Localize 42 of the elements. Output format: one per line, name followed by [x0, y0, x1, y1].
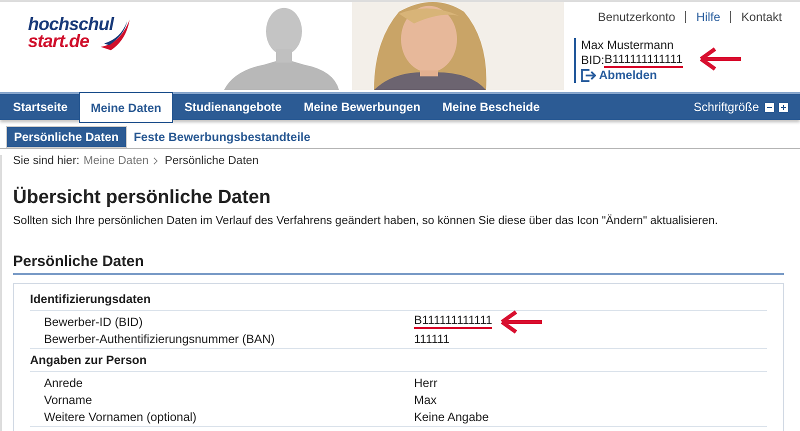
- field-value: Herr: [414, 376, 438, 390]
- nav-tab[interactable]: Startseite: [2, 94, 79, 120]
- section-title: Persönliche Daten: [13, 253, 784, 275]
- intro-text: Sollten sich Ihre persönlichen Daten im Verlauf des Verfahrens geändert haben, so können Sie diese über das Icon "Ändern" aktualisieren.: [13, 215, 719, 227]
- field-label: Weitere Vornamen (optional): [43, 410, 198, 424]
- field-value: 111111: [414, 332, 450, 346]
- chevron-icon: [152, 157, 158, 165]
- nav-tab[interactable]: Meine Bewerbungen: [292, 94, 432, 120]
- breadcrumb-link[interactable]: Meine Daten: [83, 155, 149, 167]
- field-value: Keine Angabe: [414, 410, 489, 424]
- annotation-arrow: [699, 47, 743, 71]
- font-size-label: Schriftgröße: [694, 99, 759, 116]
- bid-label: BID:: [581, 53, 604, 68]
- logout-icon: [581, 69, 596, 82]
- breadcrumb-prefix: Sie sind hier:: [13, 155, 80, 167]
- field-label: Anrede: [43, 376, 84, 390]
- logo-text: hochschul: [28, 16, 116, 33]
- field-value: Max: [414, 392, 437, 406]
- group-title: Angaben zur Person: [30, 351, 767, 372]
- top-link[interactable]: Benutzerkonto: [598, 10, 676, 24]
- bid-value: B111111111111: [604, 53, 683, 68]
- user-name: Max Mustermann: [581, 38, 675, 53]
- nav-tab[interactable]: Meine Daten: [78, 92, 174, 123]
- logo-text: start.de: [28, 33, 90, 50]
- logout-link[interactable]: Abmelden: [581, 68, 683, 83]
- increase-font-button[interactable]: [779, 102, 788, 112]
- group-title: Identifizierungsdaten: [30, 290, 767, 311]
- nav-tab[interactable]: Meine Bescheide: [431, 94, 551, 120]
- top-link[interactable]: Kontakt: [741, 10, 782, 24]
- field-label: Vorname: [43, 392, 94, 406]
- decrease-font-button[interactable]: [765, 102, 774, 112]
- field-label: Bewerber-ID (BID): [43, 314, 144, 328]
- sub-tab[interactable]: Persönliche Daten: [6, 126, 127, 148]
- top-link[interactable]: Hilfe: [696, 10, 720, 24]
- field-label: Bewerber-Authentifizierungsnummer (BAN): [43, 332, 276, 346]
- page-title: Übersicht persönliche Daten: [13, 187, 272, 209]
- sub-tab[interactable]: Feste Bewerbungsbestandteile: [126, 126, 318, 148]
- logo[interactable]: hochschul start.de: [28, 16, 148, 56]
- field-value: B111111111111: [414, 314, 492, 329]
- breadcrumb-current: Persönliche Daten: [164, 155, 259, 167]
- nav-tab[interactable]: Studienangebote: [173, 94, 293, 120]
- annotation-arrow: [500, 310, 544, 334]
